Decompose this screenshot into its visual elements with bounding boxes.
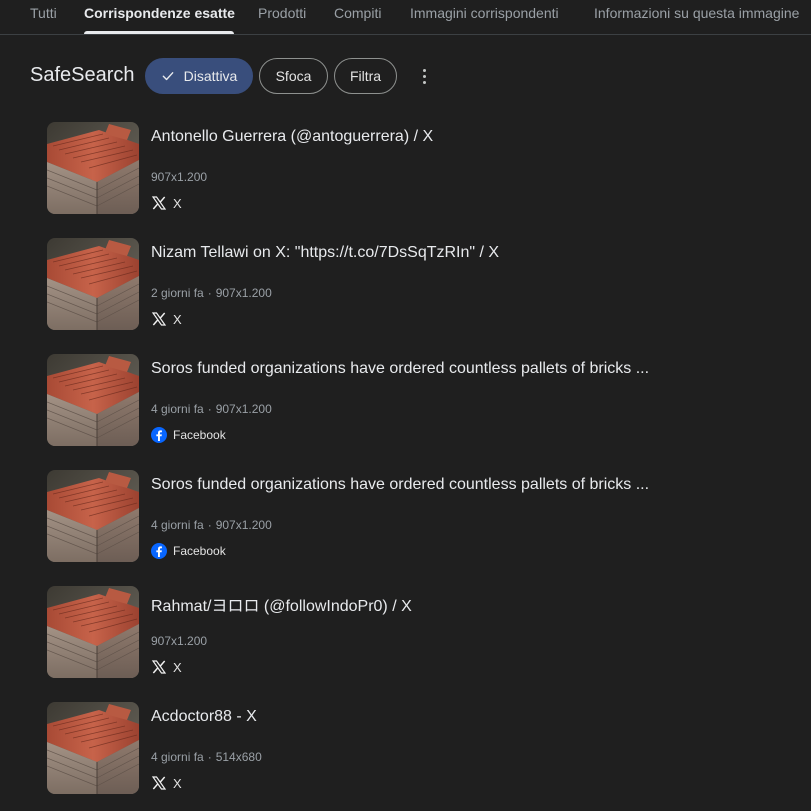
result-source-name: X <box>173 659 182 675</box>
result-dimensions: 907x1.200 <box>215 518 272 532</box>
facebook-icon <box>151 427 167 443</box>
result-source[interactable]: X <box>151 194 182 212</box>
result-source[interactable]: X <box>151 310 182 328</box>
tab-prodotti[interactable]: Prodotti <box>258 5 306 21</box>
tab-immagini-corrispondenti[interactable]: Immagini corrispondenti <box>410 5 559 21</box>
more-vert-icon[interactable] <box>412 64 436 88</box>
chip-filtra-label: Filtra <box>349 68 382 84</box>
tab-compiti[interactable]: Compiti <box>334 5 381 21</box>
result-source-name: X <box>173 775 182 791</box>
active-tab-indicator <box>84 31 234 34</box>
x-logo-icon <box>151 311 167 327</box>
result-dimensions: 907x1.200 <box>151 634 208 648</box>
chip-disattiva-label: Disattiva <box>183 68 238 84</box>
tab-corrispondenze-esatte[interactable]: Corrispondenze esatte <box>84 5 235 21</box>
result-item[interactable]: Antonello Guerrera (@antoguerrera) / X 9… <box>47 122 787 214</box>
result-source[interactable]: X <box>151 774 182 792</box>
facebook-icon <box>151 543 167 559</box>
result-source[interactable]: X <box>151 658 182 676</box>
meta-separator: · <box>207 518 212 532</box>
result-item[interactable]: Nizam Tellawi on X: "https://t.co/7DsSqT… <box>47 238 787 330</box>
result-thumbnail[interactable] <box>47 354 139 446</box>
result-title[interactable]: Rahmat/ヨロロ (@followIndoPr0) / X <box>151 592 412 616</box>
x-logo-icon <box>151 775 167 791</box>
result-source-name: Facebook <box>173 428 226 442</box>
safesearch-label: SafeSearch <box>30 64 135 86</box>
result-item[interactable]: Acdoctor88 - X 4 giorni fa · 514x680 X <box>47 702 787 794</box>
result-thumbnail[interactable] <box>47 470 139 562</box>
result-dimensions: 907x1.200 <box>215 402 272 416</box>
chip-sfoca-label: Sfoca <box>275 68 312 84</box>
result-thumbnail[interactable] <box>47 122 139 214</box>
result-title[interactable]: Acdoctor88 - X <box>151 708 257 726</box>
result-thumbnail[interactable] <box>47 238 139 330</box>
result-source-name: X <box>173 195 182 211</box>
result-title[interactable]: Soros funded organizations have ordered … <box>151 360 649 378</box>
meta-separator: · <box>207 750 212 764</box>
result-meta: 4 giorni fa · 514x680 <box>151 750 262 764</box>
result-meta: 2 giorni fa · 907x1.200 <box>151 286 272 300</box>
result-item[interactable]: Rahmat/ヨロロ (@followIndoPr0) / X 907x1.20… <box>47 586 787 678</box>
result-source-name: Facebook <box>173 544 226 558</box>
result-source[interactable]: Facebook <box>151 542 226 560</box>
meta-separator: · <box>207 286 212 300</box>
tab-tutti[interactable]: Tutti <box>30 5 57 21</box>
result-item[interactable]: Soros funded organizations have ordered … <box>47 470 787 562</box>
result-dimensions: 907x1.200 <box>215 286 272 300</box>
tab-bar: Tutti Corrispondenze esatte Prodotti Com… <box>0 0 811 35</box>
result-title[interactable]: Antonello Guerrera (@antoguerrera) / X <box>151 128 433 146</box>
result-meta: 907x1.200 <box>151 634 207 648</box>
result-dimensions: 514x680 <box>215 750 262 764</box>
result-age: 4 giorni fa <box>151 750 204 764</box>
x-logo-icon <box>151 659 167 675</box>
result-source-name: X <box>173 311 182 327</box>
chip-sfoca[interactable]: Sfoca <box>259 58 328 94</box>
result-source[interactable]: Facebook <box>151 426 226 444</box>
result-meta: 4 giorni fa · 907x1.200 <box>151 402 272 416</box>
result-age: 2 giorni fa <box>151 286 204 300</box>
result-age: 4 giorni fa <box>151 402 204 416</box>
result-meta: 907x1.200 <box>151 170 207 184</box>
meta-separator: · <box>207 402 212 416</box>
result-title[interactable]: Soros funded organizations have ordered … <box>151 476 649 494</box>
check-icon <box>162 72 174 81</box>
result-meta: 4 giorni fa · 907x1.200 <box>151 518 272 532</box>
result-item[interactable]: Soros funded organizations have ordered … <box>47 354 787 446</box>
result-age: 4 giorni fa <box>151 518 204 532</box>
chip-disattiva[interactable]: Disattiva <box>145 58 253 94</box>
chip-filtra[interactable]: Filtra <box>334 58 397 94</box>
result-title[interactable]: Nizam Tellawi on X: "https://t.co/7DsSqT… <box>151 244 499 262</box>
x-logo-icon <box>151 195 167 211</box>
result-thumbnail[interactable] <box>47 702 139 794</box>
tab-informazioni-immagine[interactable]: Informazioni su questa immagine <box>594 5 799 21</box>
result-thumbnail[interactable] <box>47 586 139 678</box>
result-dimensions: 907x1.200 <box>151 170 208 184</box>
